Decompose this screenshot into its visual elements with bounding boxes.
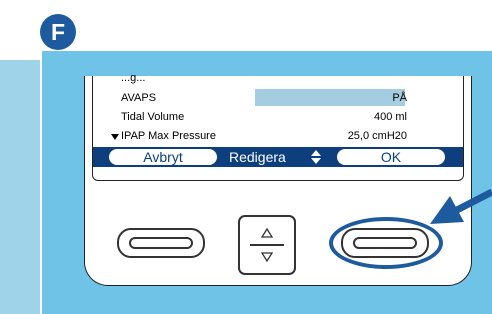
param-row-avaps[interactable]: AVAPS PÅ [93,88,463,108]
nav-key-divider [250,244,284,246]
nav-up-icon [261,228,273,238]
device-screen: ...g... AVAPS PÅ Tidal Volume 400 ml IPA… [92,72,464,181]
side-strip [0,60,40,314]
up-down-arrow-icon [311,150,321,164]
param-name: Tidal Volume [121,111,185,123]
edit-softkey[interactable]: Redigera [229,149,286,165]
left-button-face [129,237,193,249]
softkey-bar: Avbryt Redigera OK [93,147,463,167]
right-button-highlight-ring [329,217,443,269]
up-down-navigation-key[interactable] [238,215,296,275]
partial-row-label: ...g... [121,72,146,84]
param-row-tidal-volume[interactable]: Tidal Volume 400 ml [93,107,463,127]
partial-row: ...g... [93,70,463,90]
cancel-softkey[interactable]: Avbryt [109,149,217,165]
ventilator-device: ...g... AVAPS PÅ Tidal Volume 400 ml IPA… [84,72,472,286]
nav-down-icon [261,252,273,262]
param-value: 25,0 cmH20 [347,130,407,142]
down-arrow-icon [111,134,119,140]
param-value: PÅ [392,92,407,104]
param-name: IPAP Max Pressure [121,130,216,142]
left-hardware-button[interactable] [117,228,205,258]
param-value: 400 ml [373,111,407,123]
param-row-ipap-max-pressure[interactable]: IPAP Max Pressure 25,0 cmH20 [93,126,463,146]
param-name: AVAPS [121,92,157,104]
step-badge: F [40,14,76,50]
ok-softkey[interactable]: OK [337,149,445,165]
